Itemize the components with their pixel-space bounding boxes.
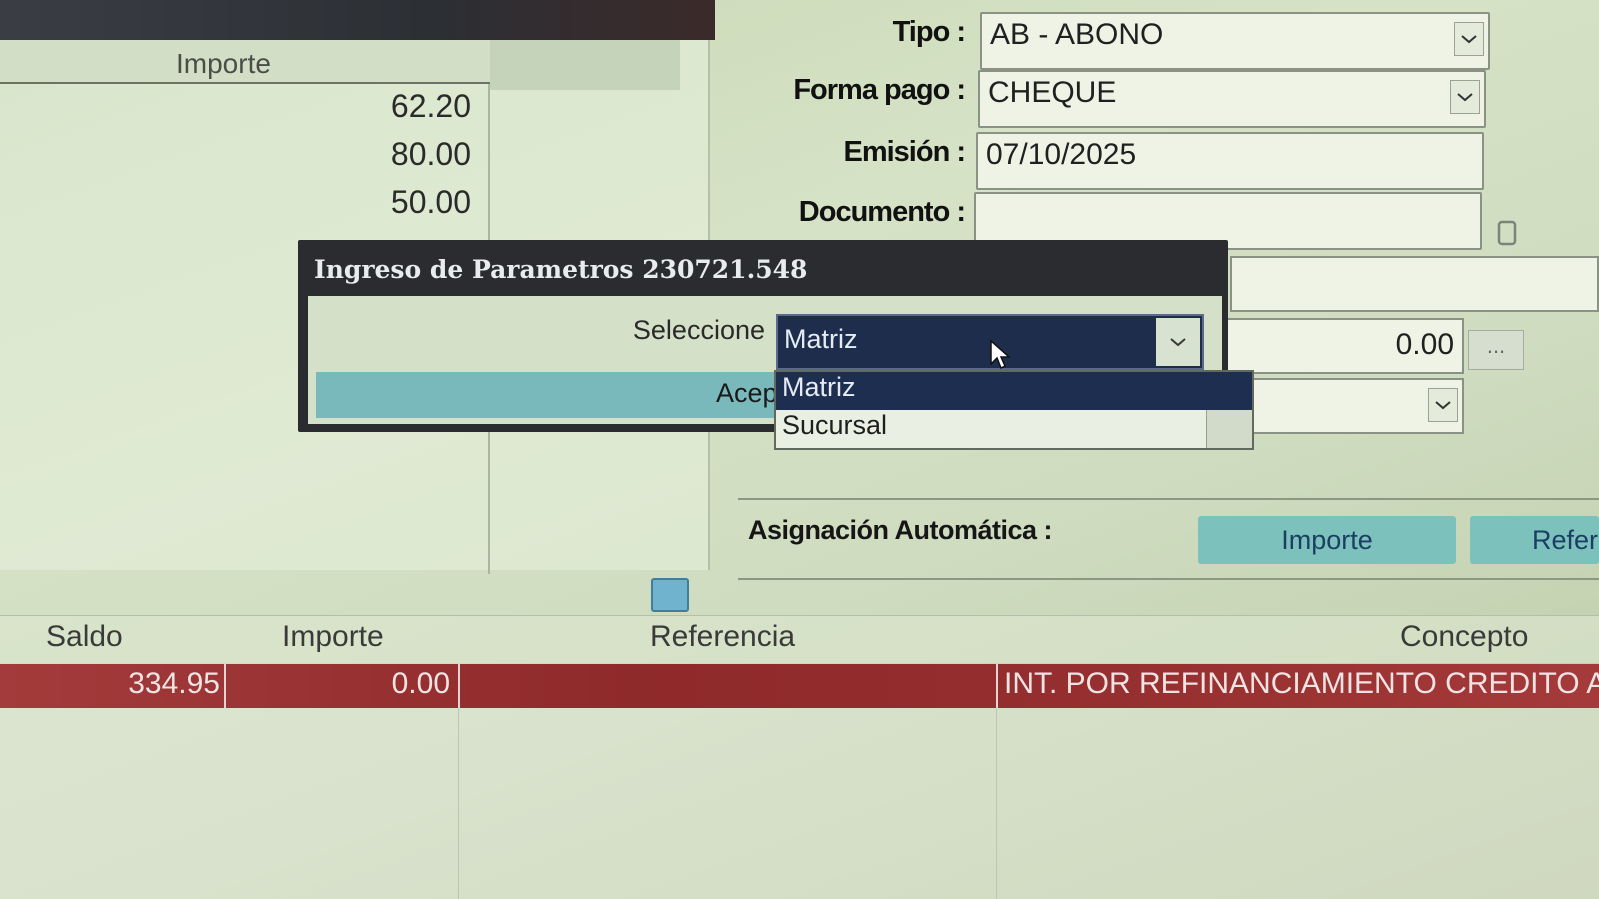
grid-header-importe[interactable]: Importe [176, 48, 271, 80]
tipo-dropdown-button[interactable] [1454, 22, 1484, 56]
mouse-cursor-icon [990, 339, 1012, 377]
table-empty-area [0, 708, 1599, 899]
divider [738, 578, 1599, 580]
dropdown-scrollbar-thumb[interactable] [1206, 372, 1252, 410]
column-line [458, 708, 459, 899]
grid-amount-cell[interactable]: 50.00 [391, 184, 471, 221]
dialog-title: Ingreso de Parametros 230721.548 [314, 255, 808, 284]
chevron-down-icon [1461, 35, 1477, 44]
chevron-down-icon [1435, 401, 1451, 410]
seleccione-label: Seleccione [632, 315, 765, 345]
forma-pago-value: CHEQUE [988, 76, 1117, 109]
documento-label: Documento : [798, 196, 966, 228]
option-sucursal[interactable]: Sucursal [776, 410, 1206, 448]
forma-pago-combobox[interactable]: CHEQUE [978, 70, 1486, 128]
emision-label: Emisión : [843, 136, 966, 168]
seleccione-dropdown-list: Matriz Sucursal [774, 370, 1254, 450]
ellipsis-button[interactable]: ... [1468, 330, 1524, 370]
emision-date-field[interactable]: 07/10/2025 [976, 132, 1484, 190]
accept-button[interactable]: Acep [316, 372, 778, 418]
copy-icon[interactable] [1494, 218, 1520, 248]
forma-pago-label: Forma pago : [793, 74, 966, 106]
detail-table-header [0, 615, 1599, 663]
cell-separator [996, 664, 998, 708]
seleccione-current-value: Matriz [784, 324, 858, 354]
option-matriz[interactable]: Matriz [776, 372, 1206, 410]
col-header-saldo[interactable]: Saldo [46, 620, 123, 654]
grid-amount-cell[interactable]: 80.00 [391, 136, 471, 173]
cell-separator [458, 664, 460, 708]
col-header-importe[interactable]: Importe [282, 620, 384, 654]
importe-field[interactable]: 0.00 [1222, 318, 1464, 374]
grid-header-filler [490, 40, 680, 90]
importe-field-value: 0.00 [1395, 328, 1454, 361]
tipo-combobox[interactable]: AB - ABONO [980, 12, 1490, 70]
top-strip [0, 0, 715, 40]
column-line [996, 708, 997, 899]
grid-amount-cell[interactable]: 62.20 [391, 88, 471, 125]
chevron-down-icon [1170, 338, 1186, 347]
chevron-down-icon [1457, 93, 1473, 102]
grid-header: Importe [0, 40, 490, 84]
accept-button-label: Acep [716, 378, 778, 408]
cell-separator [224, 664, 226, 708]
col-header-concepto[interactable]: Concepto [1400, 620, 1528, 654]
tipo-value: AB - ABONO [990, 18, 1164, 51]
secondary-combobox[interactable] [1220, 378, 1464, 434]
seleccione-dropdown-button[interactable] [1156, 318, 1200, 366]
forma-pago-dropdown-button[interactable] [1450, 80, 1480, 114]
tipo-label: Tipo : [892, 16, 966, 48]
hidden-field[interactable] [1230, 256, 1599, 312]
cell-importe[interactable]: 0.00 [240, 667, 450, 701]
importe-button[interactable]: Importe [1198, 516, 1456, 564]
cell-saldo[interactable]: 334.95 [20, 667, 220, 701]
col-header-referencia[interactable]: Referencia [650, 620, 795, 654]
referencia-button[interactable]: Refere [1470, 516, 1599, 564]
emision-value: 07/10/2025 [986, 138, 1137, 171]
window-icon[interactable] [651, 578, 689, 612]
divider [738, 498, 1599, 500]
secondary-dropdown-button[interactable] [1428, 388, 1458, 422]
cell-concepto[interactable]: INT. POR REFINANCIAMIENTO CREDITO A [1004, 667, 1599, 701]
asignacion-automatica-label: Asignación Automática : [748, 515, 1053, 545]
